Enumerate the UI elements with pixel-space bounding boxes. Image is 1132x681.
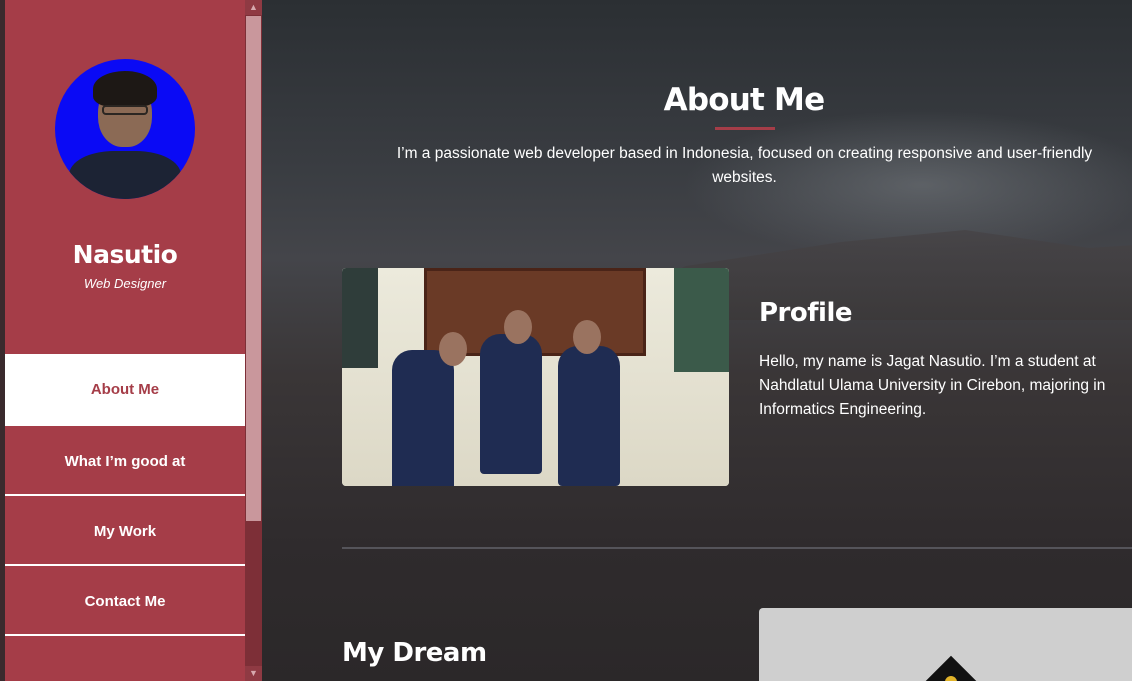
nav-item-skills[interactable]: What I’m good at bbox=[5, 426, 245, 496]
photo-face bbox=[504, 310, 532, 344]
nav-item-about-me[interactable]: About Me bbox=[5, 354, 245, 426]
scrollbar-thumb[interactable] bbox=[246, 16, 261, 521]
profile-photo bbox=[342, 268, 729, 486]
dream-heading: My Dream bbox=[342, 638, 487, 668]
page-title: About Me bbox=[663, 82, 825, 118]
photo-poster-right bbox=[674, 268, 729, 372]
nav-item-my-work[interactable]: My Work bbox=[5, 496, 245, 566]
avatar bbox=[55, 59, 195, 199]
main-content: About Me I’m a passionate web developer … bbox=[262, 0, 1132, 681]
photo-person bbox=[558, 346, 620, 486]
profile-heading: Profile bbox=[759, 298, 853, 328]
title-underline bbox=[715, 127, 775, 130]
section-divider bbox=[342, 547, 1132, 549]
avatar-glasses bbox=[102, 105, 148, 115]
sidebar: Nasutio Web Designer About Me What I’m g… bbox=[0, 0, 262, 681]
photo-face bbox=[439, 332, 467, 366]
photo-face bbox=[573, 320, 601, 354]
sidebar-nav: About Me What I’m good at My Work Contac… bbox=[5, 354, 245, 636]
intro-text: I’m a passionate web developer based in … bbox=[396, 145, 1093, 186]
sign-dot bbox=[945, 676, 957, 681]
chevron-up-icon[interactable]: ▲ bbox=[245, 0, 262, 15]
chevron-down-icon[interactable]: ▼ bbox=[245, 666, 262, 681]
dream-image bbox=[759, 608, 1132, 681]
photo-person bbox=[392, 350, 454, 486]
photo-poster-left bbox=[342, 268, 378, 368]
profile-name: Nasutio bbox=[72, 240, 178, 269]
avatar-shirt bbox=[69, 151, 181, 199]
profile-text: Hello, my name is Jagat Nasutio. I’m a s… bbox=[759, 353, 1106, 418]
sidebar-scrollbar[interactable]: ▲ ▼ bbox=[245, 0, 262, 681]
nav-item-contact-me[interactable]: Contact Me bbox=[5, 566, 245, 636]
avatar-hair bbox=[93, 71, 157, 107]
profile-role: Web Designer bbox=[83, 276, 167, 291]
photo-person bbox=[480, 334, 542, 474]
